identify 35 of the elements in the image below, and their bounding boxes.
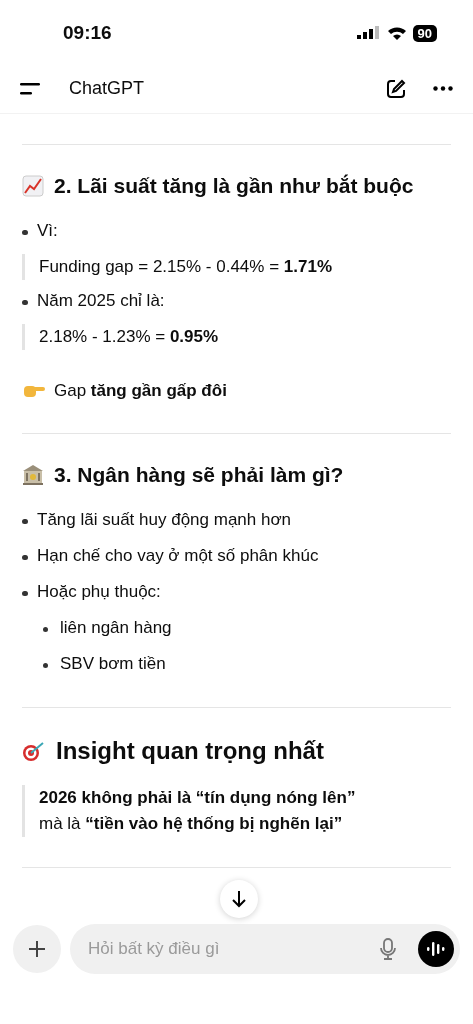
list-item: liên ngân hàng bbox=[60, 616, 172, 639]
list-item: Tăng lãi suất huy động mạnh hơn bbox=[37, 508, 292, 531]
list-item: Năm 2025 chỉ là: bbox=[37, 289, 165, 312]
waveform-icon bbox=[427, 942, 445, 956]
summary-text: Gap tăng gần gấp đôi bbox=[54, 379, 227, 402]
message-field[interactable]: Hỏi bất kỳ điều gì bbox=[70, 924, 460, 974]
app-title: ChatGPT bbox=[69, 77, 146, 100]
list-item: Hạn chế cho vay ở một số phân khúc bbox=[37, 544, 319, 567]
scroll-down-button[interactable] bbox=[220, 880, 258, 918]
menu-icon[interactable] bbox=[20, 82, 40, 95]
more-icon[interactable] bbox=[433, 86, 453, 91]
battery-level: 90 bbox=[412, 24, 437, 42]
wifi-icon bbox=[386, 26, 407, 40]
section-heading: 3. Ngân hàng sẽ phải làm gì? bbox=[54, 462, 344, 488]
voice-button[interactable] bbox=[418, 931, 454, 967]
section-heading: 2. Lãi suất tăng là gần như bắt buộc bbox=[54, 173, 414, 199]
list-item: SBV bơm tiền bbox=[60, 652, 166, 675]
section-heading: Insight quan trọng nhất bbox=[56, 735, 324, 766]
quote-text: 2.18% - 1.23% = 0.95% bbox=[39, 325, 220, 348]
chart-icon bbox=[22, 174, 44, 197]
add-button[interactable] bbox=[13, 925, 61, 973]
list-item: Hoặc phụ thuộc: bbox=[37, 580, 161, 603]
quote-text: Funding gap = 2.15% - 0.44% = 1.71% bbox=[39, 255, 333, 278]
bank-icon bbox=[22, 463, 44, 486]
plus-icon bbox=[28, 940, 46, 958]
signal-icon bbox=[356, 26, 381, 40]
list-item: Vì: bbox=[37, 219, 58, 242]
target-icon bbox=[22, 739, 46, 762]
quote-text: 2026 không phải là “tín dụng nóng lên” bbox=[39, 786, 357, 809]
microphone-icon[interactable] bbox=[380, 938, 396, 960]
arrow-down-icon bbox=[231, 890, 247, 908]
message-input[interactable]: Hỏi bất kỳ điều gì bbox=[88, 936, 380, 962]
compose-icon[interactable] bbox=[385, 77, 407, 100]
quote-text: mà là “tiền vào hệ thống bị nghẽn lại” bbox=[39, 812, 344, 835]
status-time: 09:16 bbox=[63, 20, 112, 45]
